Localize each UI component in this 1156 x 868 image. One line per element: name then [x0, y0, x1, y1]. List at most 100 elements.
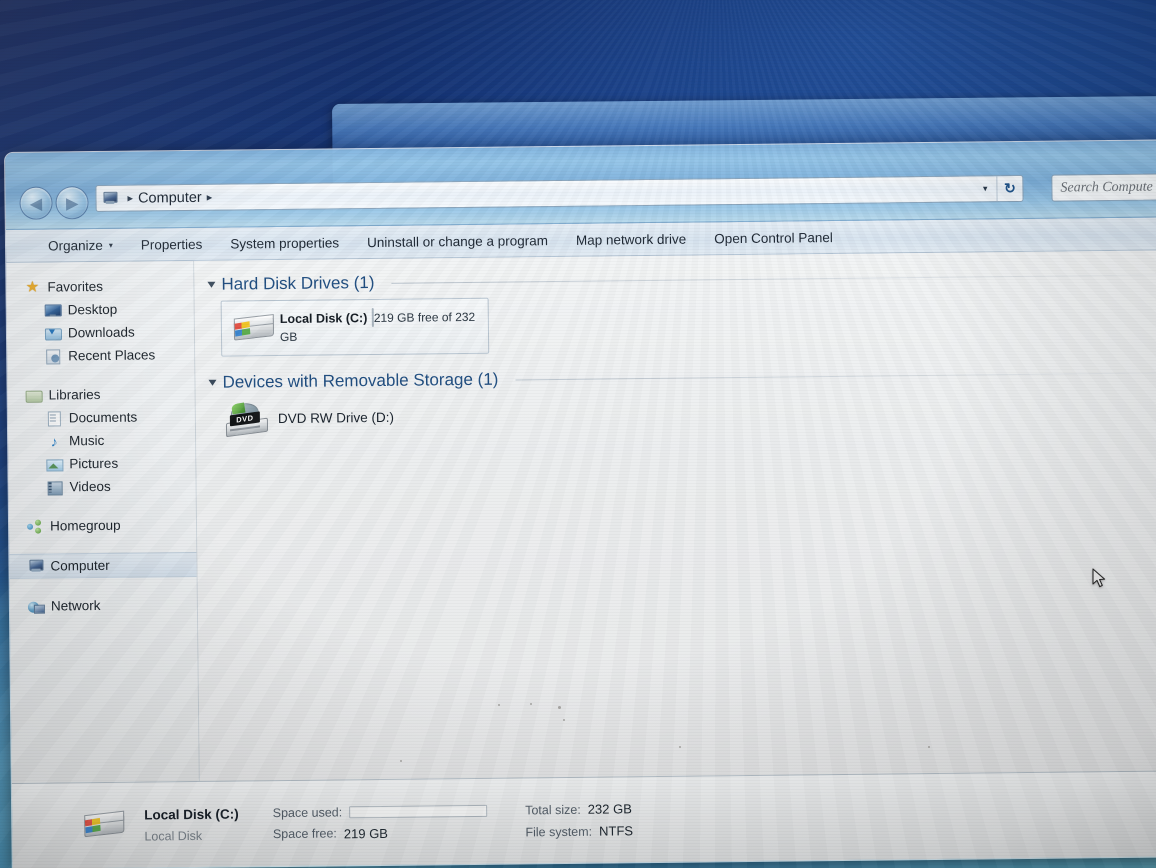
- back-button[interactable]: ◀: [19, 186, 53, 220]
- screen-photo: ◀ ▶ ▾ ▸ Computer ▸ ▾ ↻ Sea: [0, 0, 1156, 868]
- group-divider: [515, 371, 1156, 380]
- libraries-folder-icon: [25, 387, 43, 403]
- details-space-used-label: Space used:: [272, 804, 343, 820]
- group-header-hard-disk-drives[interactable]: Hard Disk Drives (1): [207, 264, 1156, 295]
- videos-icon: [47, 479, 63, 496]
- drive-item-local-disk-c[interactable]: Local Disk (C:) 219 GB free of 232 GB: [220, 297, 490, 357]
- details-space-free-row: Space free: 219 GB: [273, 824, 488, 841]
- sidebar-item-pictures[interactable]: Pictures: [8, 451, 195, 476]
- group-divider: [391, 273, 1156, 284]
- sidebar-item-label: Computer: [50, 557, 110, 574]
- sidebar-item-label: Network: [50, 597, 101, 614]
- group-title: Devices with Removable Storage (1): [222, 369, 499, 392]
- sidebar-item-label: Videos: [69, 478, 111, 495]
- search-placeholder: Search Compute: [1060, 179, 1153, 196]
- drive-info: Local Disk (C:) 219 GB free of 232 GB: [280, 308, 482, 346]
- details-file-system-label: File system:: [525, 824, 593, 839]
- navigation-pane: ★ Favorites Desktop Downloads Recent Pla…: [6, 260, 200, 783]
- collapse-triangle-icon[interactable]: [207, 281, 216, 288]
- recent-places-icon: [45, 348, 61, 365]
- navigation-buttons: ◀ ▶ ▾: [19, 186, 100, 220]
- sidebar-item-network[interactable]: Network: [10, 593, 197, 618]
- group-header-removable-storage[interactable]: Devices with Removable Storage (1): [208, 362, 1156, 393]
- drive-name: Local Disk (C:): [279, 311, 368, 327]
- sidebar-item-documents[interactable]: Documents: [8, 405, 195, 430]
- details-space-column: Space used: Space free: 219 GB: [273, 803, 488, 841]
- details-pane: Local Disk (C:) Local Disk Space used: S…: [11, 770, 1156, 868]
- sidebar-item-libraries[interactable]: Libraries: [8, 382, 195, 407]
- details-total-size-row: Total size: 232 GB: [525, 801, 633, 817]
- sidebar-item-label: Downloads: [67, 324, 135, 341]
- network-icon: [27, 598, 45, 614]
- details-space-free-value: 219 GB: [343, 825, 389, 841]
- back-arrow-icon: ◀: [30, 195, 42, 213]
- toolbar-system-properties-label: System properties: [230, 234, 340, 252]
- toolbar-properties[interactable]: Properties: [127, 232, 217, 257]
- device-name: DVD RW Drive (D:): [277, 409, 394, 426]
- drive-item-dvd-rw-d[interactable]: DVD DVD RW Drive (D:): [222, 388, 1156, 438]
- sidebar-item-recent-places[interactable]: Recent Places: [7, 343, 194, 368]
- sidebar-item-computer[interactable]: Computer: [9, 551, 197, 579]
- documents-icon: [46, 410, 62, 427]
- details-space-used-row: Space used:: [272, 803, 488, 820]
- toolbar-open-control-panel[interactable]: Open Control Panel: [700, 225, 847, 251]
- desktop-icon: [44, 302, 62, 318]
- sidebar-item-downloads[interactable]: Downloads: [7, 320, 194, 345]
- dvd-drive-icon: DVD: [222, 398, 270, 439]
- breadcrumb-computer[interactable]: Computer: [138, 189, 202, 206]
- sidebar-item-label: Desktop: [67, 301, 118, 318]
- sidebar-item-label: Libraries: [48, 386, 101, 403]
- details-drive-name: Local Disk (C:): [144, 805, 239, 823]
- sidebar-item-homegroup[interactable]: Homegroup: [9, 513, 196, 538]
- details-size-column: Total size: 232 GB File system: NTFS: [525, 801, 633, 839]
- items-view: Hard Disk Drives (1) Local Disk (C:) 219…: [194, 250, 1156, 781]
- toolbar-properties-label: Properties: [140, 236, 203, 253]
- toolbar-uninstall-label: Uninstall or change a program: [367, 232, 549, 250]
- homegroup-icon: [27, 518, 43, 534]
- forward-arrow-icon: ▶: [66, 194, 78, 212]
- toolbar-map-network-drive-label: Map network drive: [575, 231, 687, 248]
- sidebar-item-favorites[interactable]: ★ Favorites: [6, 274, 193, 299]
- toolbar-uninstall-or-change-a-program[interactable]: Uninstall or change a program: [353, 228, 562, 254]
- toolbar-map-network-drive[interactable]: Map network drive: [562, 226, 701, 251]
- address-bar[interactable]: ▸ Computer ▸ ▾ ↻: [95, 174, 1024, 213]
- hard-disk-icon: [228, 310, 276, 347]
- computer-icon: [101, 191, 118, 206]
- details-file-system-value: NTFS: [599, 823, 634, 839]
- sidebar-item-label: Pictures: [69, 455, 119, 472]
- details-space-free-label: Space free:: [272, 826, 337, 842]
- explorer-window: ◀ ▶ ▾ ▸ Computer ▸ ▾ ↻ Sea: [4, 139, 1156, 868]
- computer-icon: [27, 558, 44, 574]
- details-space-used-meter: [349, 804, 488, 818]
- group-title: Hard Disk Drives (1): [221, 272, 375, 294]
- details-file-system-row: File system: NTFS: [525, 823, 633, 839]
- details-total-size-value: 232 GB: [587, 801, 632, 817]
- sidebar-item-label: Music: [69, 432, 105, 449]
- sidebar-item-music[interactable]: ♪ Music: [8, 428, 195, 453]
- sidebar-item-videos[interactable]: Videos: [9, 474, 196, 499]
- breadcrumb-separator-icon: ▸: [127, 192, 134, 205]
- music-icon: ♪: [50, 432, 58, 450]
- sidebar-item-label: Documents: [68, 409, 138, 426]
- window-body: ★ Favorites Desktop Downloads Recent Pla…: [6, 250, 1156, 783]
- forward-button[interactable]: ▶: [55, 186, 89, 220]
- sidebar-item-desktop[interactable]: Desktop: [7, 297, 194, 322]
- address-bar-controls: ▾ ↻: [974, 175, 1023, 202]
- details-total-size-label: Total size:: [525, 802, 581, 817]
- toolbar-organize[interactable]: Organize ▾: [34, 233, 127, 258]
- chevron-down-icon: ▾: [108, 240, 113, 250]
- sidebar-item-label: Recent Places: [68, 347, 156, 364]
- details-drive-type: Local Disk: [144, 828, 203, 844]
- search-input[interactable]: Search Compute: [1051, 172, 1156, 202]
- breadcrumb-chevron-icon[interactable]: ▸: [207, 191, 213, 204]
- downloads-icon: [44, 325, 63, 341]
- address-dropdown-chevron-down-icon[interactable]: ▾: [974, 183, 997, 194]
- toolbar-organize-label: Organize: [47, 237, 103, 254]
- window-chrome: ◀ ▶ ▾ ▸ Computer ▸ ▾ ↻ Sea: [5, 140, 1156, 230]
- toolbar-system-properties[interactable]: System properties: [216, 230, 353, 255]
- toolbar-open-control-panel-label: Open Control Panel: [714, 229, 833, 246]
- sidebar-item-label: Homegroup: [49, 517, 121, 534]
- collapse-triangle-icon[interactable]: [208, 379, 217, 386]
- refresh-icon[interactable]: ↻: [996, 175, 1023, 202]
- details-name-column: Local Disk (C:) Local Disk: [144, 806, 239, 843]
